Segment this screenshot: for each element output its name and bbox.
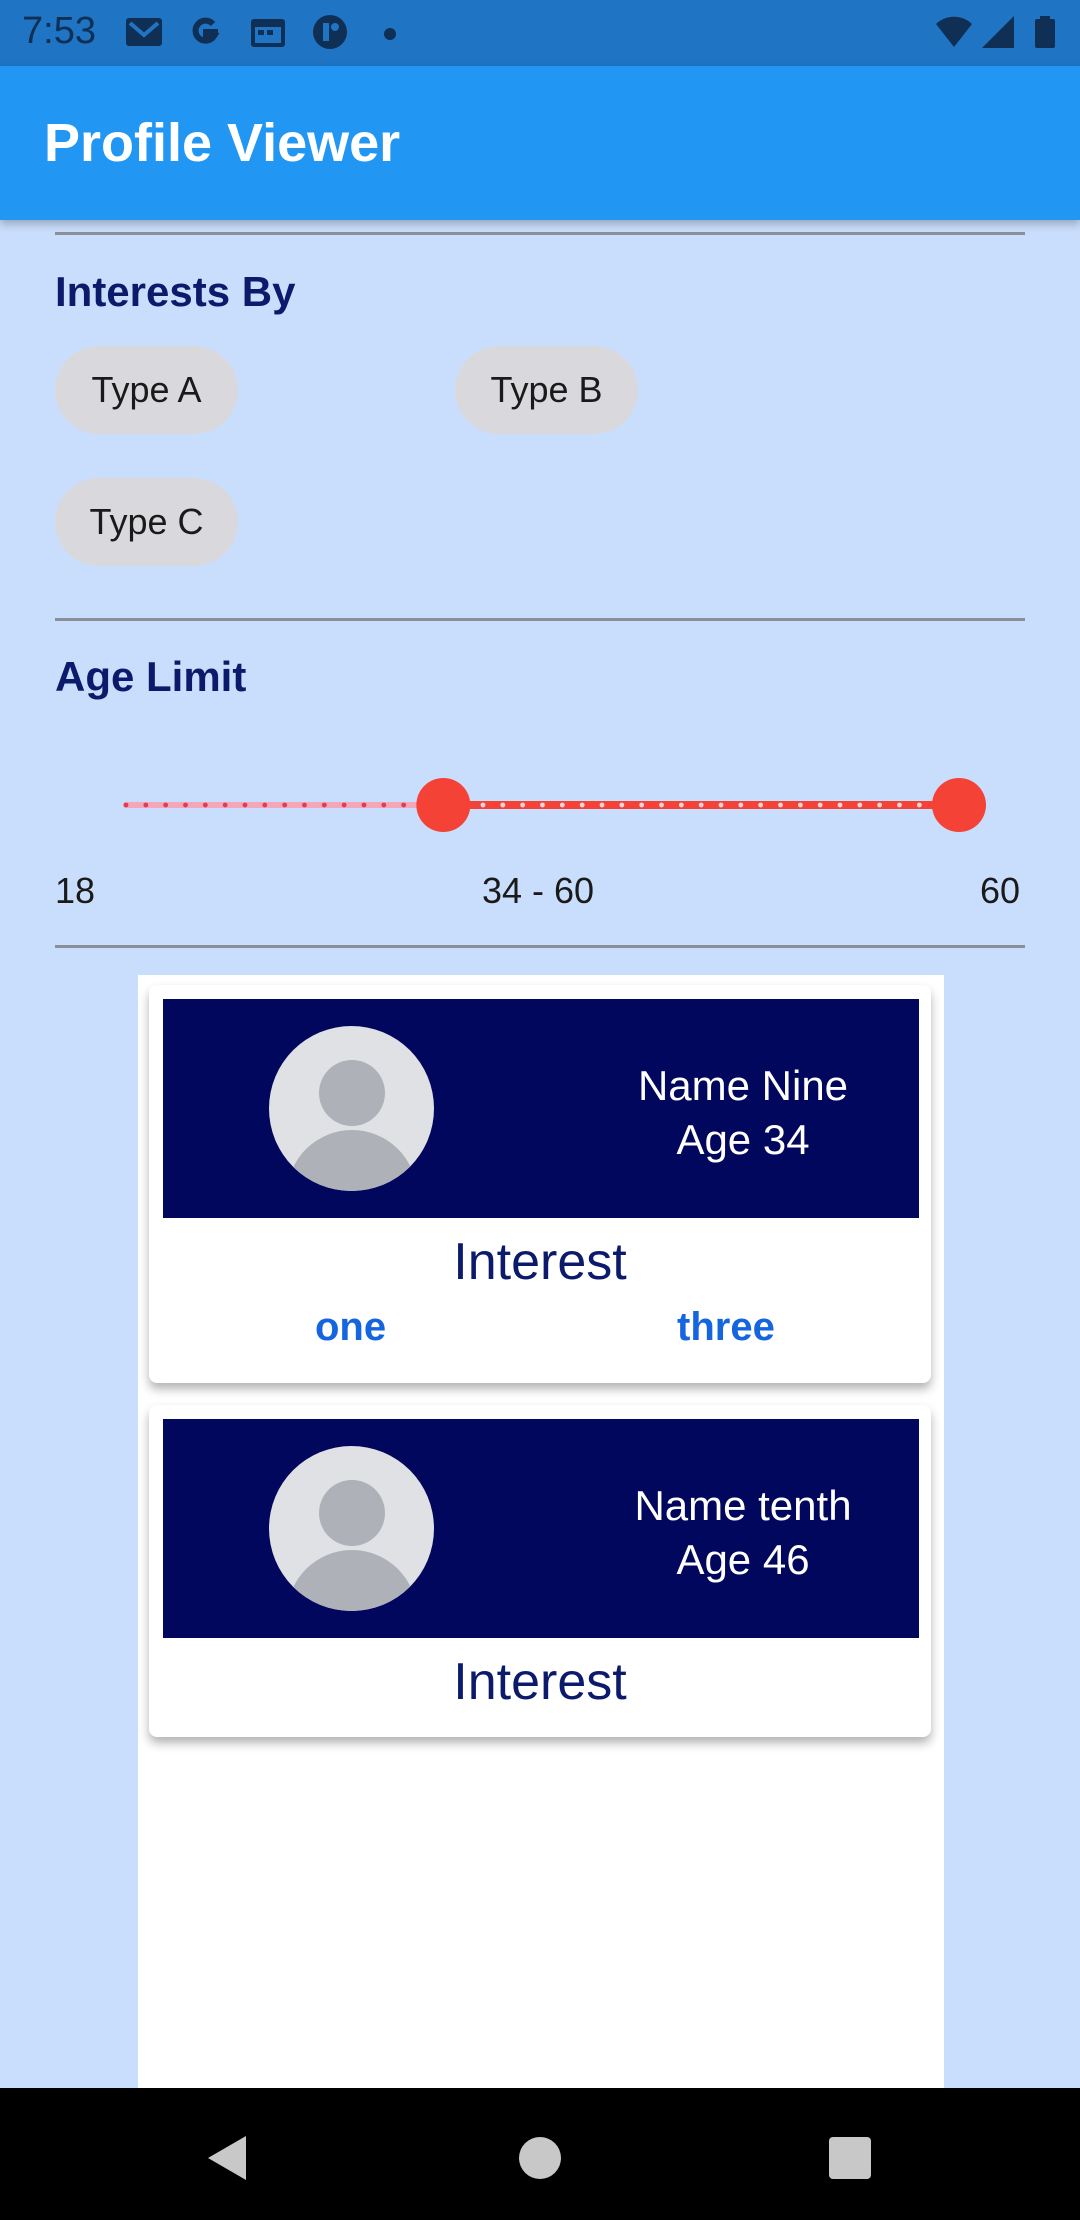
profile-name: Name tenth <box>634 1482 852 1529</box>
profile-name: Name Nine <box>637 1062 849 1109</box>
interest-heading: Interest <box>453 1653 627 1711</box>
app-bar: Profile Viewer <box>0 66 1080 220</box>
profile-card[interactable]: Name Nine Age 34 Interest one three <box>149 985 931 1383</box>
battery-icon <box>1035 16 1055 48</box>
signal-icon <box>982 16 1014 48</box>
interest-heading: Interest <box>453 1233 627 1291</box>
slider-tick <box>718 802 724 808</box>
slider-tick <box>222 802 228 808</box>
interest-tag: one <box>315 1305 387 1349</box>
age-range-label: 34 - 60 <box>482 870 595 911</box>
chip-type-c[interactable]: Type C <box>55 478 238 566</box>
slider-tick <box>916 802 922 808</box>
app-title: Profile Viewer <box>44 113 401 173</box>
profile-name-age: Name tenth Age 46 <box>593 1479 893 1587</box>
profile-banner: Name tenth Age 46 <box>163 1419 919 1638</box>
slider-tick <box>837 802 843 808</box>
slider-tick <box>361 802 367 808</box>
slider-tick <box>282 802 288 808</box>
avatar-icon <box>269 1026 434 1191</box>
slider-tick <box>302 802 307 808</box>
system-nav-bar <box>0 2088 1080 2220</box>
slider-tick <box>897 802 902 808</box>
slider-tick <box>877 802 883 808</box>
slider-tick <box>520 802 526 808</box>
age-range-slider[interactable] <box>110 770 990 840</box>
status-time: 7:53 <box>22 10 96 52</box>
profile-banner: Name Nine Age 34 <box>163 999 919 1218</box>
slider-tick <box>857 802 863 808</box>
google-icon <box>192 17 220 44</box>
divider <box>55 945 1025 948</box>
slider-tick <box>163 802 169 808</box>
interest-tag: three <box>677 1305 775 1349</box>
home-icon[interactable] <box>510 2128 570 2188</box>
profile-card[interactable]: Name tenth Age 46 Interest <box>149 1405 931 1737</box>
calendar-icon <box>251 19 285 47</box>
slider-tick <box>599 802 605 808</box>
slider-tick <box>183 802 188 808</box>
slider-tick <box>341 802 347 808</box>
slider-tick <box>540 802 545 808</box>
age-min-label: 18 <box>55 870 96 911</box>
slider-tick <box>262 802 268 808</box>
notification-dot-icon <box>384 28 396 40</box>
age-max-label: 60 <box>980 870 1021 911</box>
slider-tick <box>401 802 407 808</box>
slider-tick <box>321 802 327 808</box>
chip-type-b[interactable]: Type B <box>455 346 638 434</box>
slider-tick <box>639 802 645 808</box>
app-icon <box>313 15 347 49</box>
slider-thumb-low[interactable] <box>416 778 471 832</box>
slider-tick <box>758 802 764 808</box>
slider-tick <box>242 802 248 808</box>
profile-name-age: Name Nine Age 34 <box>593 1059 893 1167</box>
slider-tick <box>678 802 684 808</box>
slider-tick <box>738 802 744 808</box>
slider-tick <box>202 802 208 808</box>
slider-tick <box>500 802 506 808</box>
slider-tick <box>619 802 625 808</box>
divider <box>55 618 1025 621</box>
slider-tick <box>123 802 129 808</box>
slider-tick <box>381 802 387 808</box>
gmail-icon <box>126 18 162 46</box>
status-bar: 7:53 <box>0 0 1080 66</box>
slider-tick <box>480 802 486 808</box>
slider-tick <box>659 802 664 808</box>
wifi-icon <box>936 16 972 47</box>
age-limit-title: Age Limit <box>55 653 247 700</box>
slider-tick <box>698 802 704 808</box>
interests-title: Interests By <box>55 268 296 315</box>
chip-type-a[interactable]: Type A <box>55 346 238 434</box>
slider-tick <box>143 802 149 808</box>
slider-tick <box>797 802 803 808</box>
slider-tick <box>559 802 565 808</box>
slider-tick <box>778 802 783 808</box>
slider-tick <box>817 802 823 808</box>
profile-age: Age 46 <box>676 1536 810 1583</box>
back-icon[interactable] <box>198 2128 258 2188</box>
slider-tick <box>579 802 585 808</box>
divider <box>55 232 1025 235</box>
profile-age: Age 34 <box>676 1116 810 1163</box>
avatar-icon <box>269 1446 434 1611</box>
slider-thumb-high[interactable] <box>932 778 986 832</box>
recents-icon[interactable] <box>820 2128 880 2188</box>
